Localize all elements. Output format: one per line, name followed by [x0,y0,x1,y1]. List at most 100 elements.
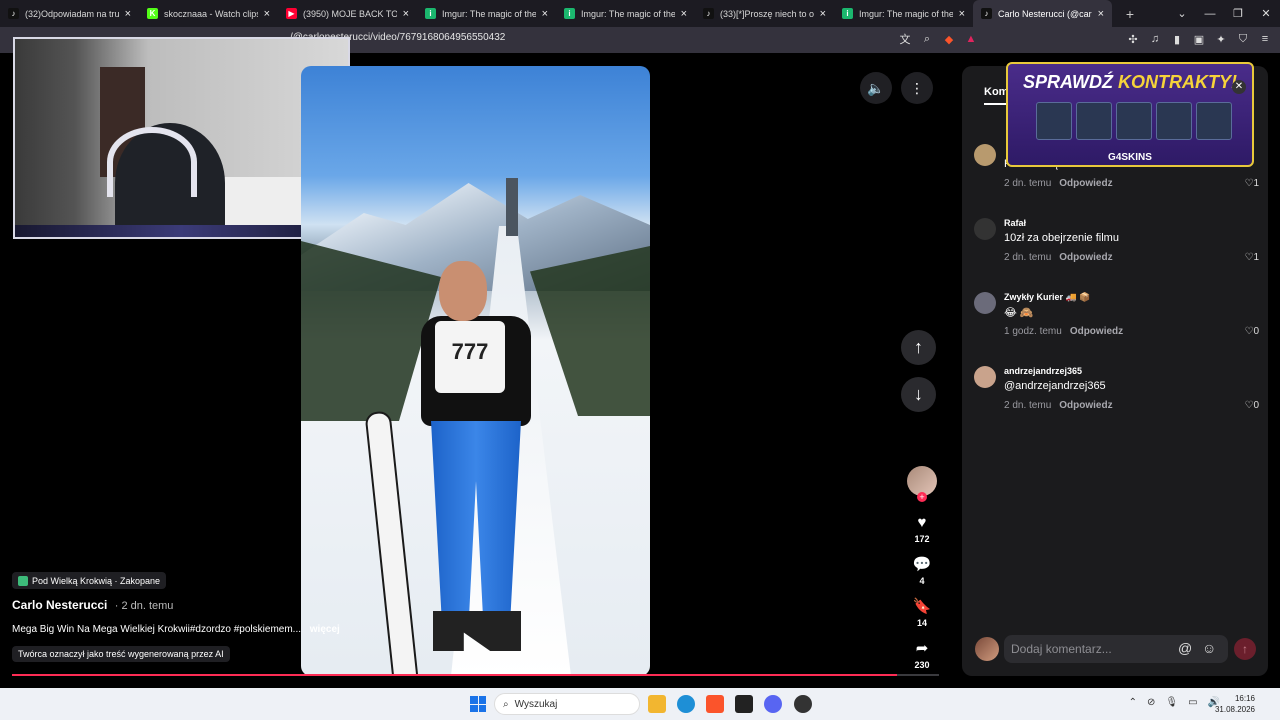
commenter-avatar[interactable] [974,144,996,166]
next-video-button[interactable]: ↓ [901,377,936,412]
ad-title: SPRAWDŹ KONTRAKTY! [1008,72,1252,93]
creator-avatar[interactable]: + [907,466,937,502]
more-options-button[interactable]: ⋮ [901,72,933,104]
microphone-icon[interactable]: 🎙 [1165,697,1178,708]
browser-tab[interactable]: ♪ (32)Odpowiadam na trudne p × [0,0,139,27]
skier-bib: 777 [435,321,505,393]
reply-button[interactable]: Odpowiedz [1059,400,1112,411]
tab-comments[interactable]: Kom [984,86,1008,98]
comment-like-button[interactable]: ♡0 [1244,326,1259,337]
commenter-avatar[interactable] [974,292,996,314]
tab-close-icon[interactable]: × [264,8,270,20]
tab-favicon-icon: ♪ [981,8,992,19]
windows-start-icon[interactable] [470,696,486,712]
browser-tab[interactable]: ▶ (3950) MOJE BACK TO SCHOO × [278,0,417,27]
video-ski-jump-tower [506,178,518,236]
network-off-icon[interactable]: ⊘ [1147,697,1155,708]
browser-tab[interactable]: ♪ Carlo Nesterucci (@carlo × [973,0,1112,27]
ad-skin-card [1156,102,1192,140]
ad-banner[interactable]: SPRAWDŹ KONTRAKTY! G4SKINS ✕ [1006,62,1254,167]
discord-icon[interactable] [764,695,782,713]
emoji-icon[interactable]: ☺ [1202,640,1216,656]
comment-like-button[interactable]: ♡1 [1244,252,1259,263]
translate-icon[interactable]: 文 [898,31,912,47]
commenter-name[interactable]: Zwykły Kurier 🚚 📦 [1004,292,1090,303]
brave-rewards-icon[interactable]: ▲ [964,31,978,47]
windows-taskbar: ⌕ Wyszukaj ⌃ ⊘ 🎙 ▭ 🔊 16:16 31.08.2026 [0,688,1280,720]
tab-close-icon[interactable]: × [1098,8,1104,20]
comment-like-button[interactable]: ♡1 [1244,178,1259,189]
obs-icon[interactable] [794,695,812,713]
save-action[interactable]: 🔖 14 [913,598,932,628]
minimize-button[interactable]: — [1196,8,1224,20]
vpn-icon[interactable]: ⛉ [1236,31,1250,47]
tab-list-menu-icon[interactable]: ⌄ [1168,7,1196,20]
browser-tab[interactable]: i Imgur: The magic of the Intern × [834,0,973,27]
brave-icon[interactable] [706,695,724,713]
edge-icon[interactable] [677,695,695,713]
leo-ai-icon[interactable]: ✦ [1214,31,1228,47]
new-tab-button[interactable]: + [1120,6,1140,22]
comment-like-button[interactable]: ♡0 [1244,400,1259,411]
maximize-button[interactable]: ❐ [1224,7,1252,20]
app-icon[interactable] [735,695,753,713]
menu-icon[interactable]: ≡ [1258,31,1272,47]
post-age: · 2 dn. temu [114,600,174,612]
taskbar-clock[interactable]: 16:16 31.08.2026 [1215,693,1255,715]
comment-meta: 2 dn. temu Odpowiedz [1004,400,1113,411]
tab-close-icon[interactable]: × [681,8,687,20]
video-progress-bar[interactable] [12,674,939,676]
wallet-icon[interactable]: ▣ [1192,31,1206,47]
send-comment-button[interactable]: ↑ [1234,638,1256,660]
brave-shield-icon[interactable]: ◆ [942,31,956,47]
previous-video-button[interactable]: ↑ [901,330,936,365]
browser-tab[interactable]: Kskocznaaa - Watch clips on Ki × [139,0,278,27]
tab-title: Imgur: The magic of the Intern [442,8,536,19]
commenter-name[interactable]: Rafał [1004,218,1026,228]
display-icon[interactable]: ▭ [1188,697,1197,708]
sidebar-icon[interactable]: ▮ [1170,31,1184,47]
share-count: 230 [914,660,930,670]
file-explorer-icon[interactable] [648,695,666,713]
browser-tab[interactable]: ♪ (33)[*]Proszę niech to okaże si × [695,0,834,27]
close-window-button[interactable]: ✕ [1252,7,1280,20]
creator-name[interactable]: Carlo Nesterucci [12,598,107,612]
arrow-up-icon: ↑ [1242,642,1248,656]
reply-button[interactable]: Odpowiedz [1059,178,1112,189]
tab-close-icon[interactable]: × [403,8,409,20]
tab-close-icon[interactable]: × [125,8,131,20]
share-action[interactable]: ➦ 230 [914,640,929,670]
chevron-up-icon[interactable]: ⌃ [1129,697,1137,708]
close-panel-button[interactable]: ✕ [1232,80,1246,94]
commenter-name[interactable]: andrzejandrzej365 [1004,366,1082,376]
comment-age: 2 dn. temu [1004,252,1052,263]
tab-close-icon[interactable]: × [820,8,826,20]
location-pin-icon [18,575,28,586]
see-more-link[interactable]: więcej [310,624,340,635]
reply-button[interactable]: Odpowiedz [1059,252,1112,263]
follow-plus-icon[interactable]: + [917,492,927,502]
comment-bubble-icon: 💬 [912,556,932,573]
tab-close-icon[interactable]: × [959,8,965,20]
location-tag[interactable]: Pod Wielką Krokwią · Zakopane [12,572,167,589]
taskbar-search[interactable]: ⌕ Wyszukaj [494,693,640,715]
browser-tab[interactable]: i Imgur: The magic of the Intern × [556,0,695,27]
comment-action[interactable]: 💬 4 [913,556,932,586]
volume-button[interactable]: 🔈 [860,72,892,104]
commenter-avatar[interactable] [974,366,996,388]
zoom-icon[interactable]: ⌕ [920,31,934,47]
reply-button[interactable]: Odpowiedz [1070,326,1123,337]
mention-icon[interactable]: @ [1178,640,1192,656]
tab-title: skocznaaa - Watch clips on Ki [164,8,258,19]
commenter-avatar[interactable] [974,218,996,240]
media-icon[interactable]: ♫ [1148,31,1162,47]
extensions-icon[interactable]: ✣ [1126,31,1140,47]
comment-age: 2 dn. temu [1004,400,1052,411]
video-player[interactable]: 777 [301,66,650,676]
search-icon: ⌕ [503,698,509,710]
tab-close-icon[interactable]: × [542,8,548,20]
comment-input[interactable]: Dodaj komentarz... @ ☺ [1004,635,1228,663]
browser-tab[interactable]: i Imgur: The magic of the Intern × [417,0,556,27]
speaker-icon: 🔈 [867,79,885,96]
like-action[interactable]: ♥ 172 [914,514,929,544]
